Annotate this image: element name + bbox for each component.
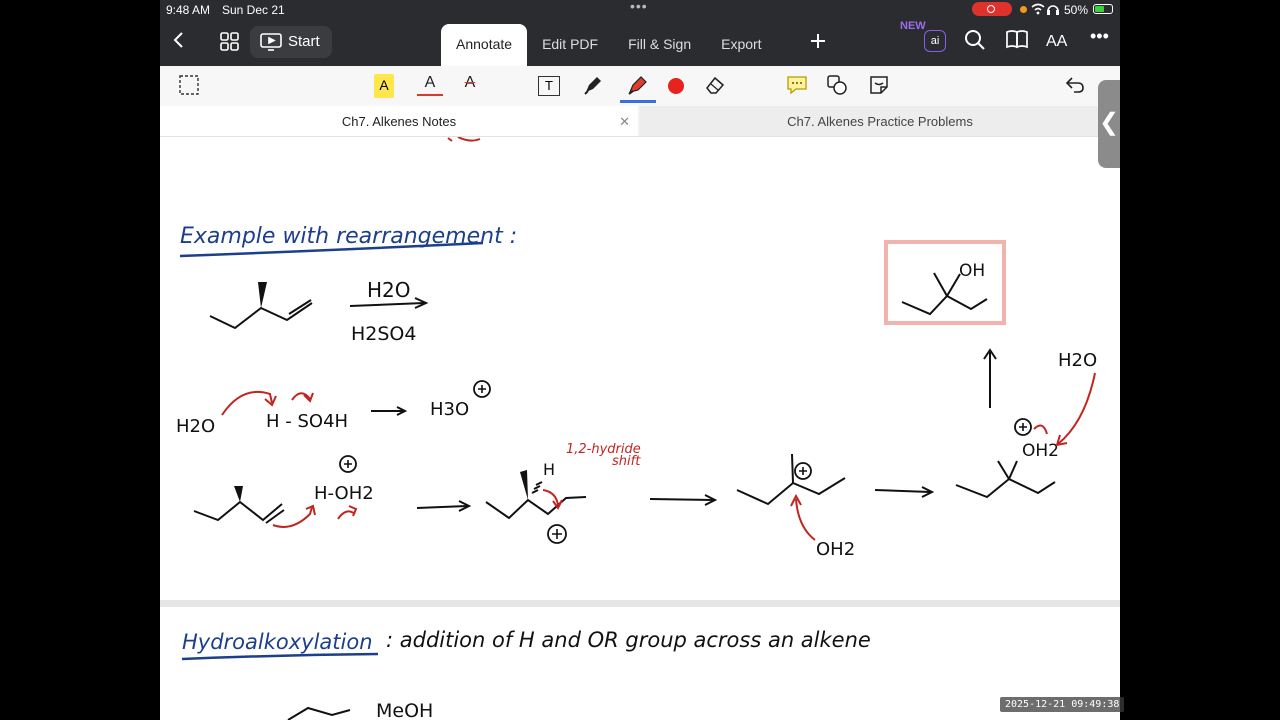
more-options-icon[interactable]: •••: [1090, 26, 1109, 47]
new-badge: NEW: [900, 20, 926, 32]
carbocation-structure: [485, 496, 587, 520]
start-label: Start: [288, 33, 320, 50]
reagent-bottom: H2SO4: [351, 323, 416, 345]
tertiary-carbocation-structure: [736, 453, 846, 506]
ipad-screen: 9:48 AM Sun Dec 21 ••• 50% Start Annotat…: [160, 0, 1120, 720]
text-color-icon[interactable]: A: [417, 74, 443, 96]
curved-arrow-red: [795, 498, 816, 541]
wedge-bond: [258, 282, 267, 308]
pen-icon[interactable]: [582, 74, 608, 98]
comment-note-icon[interactable]: [786, 74, 812, 98]
tab-fill-sign[interactable]: Fill & Sign: [613, 24, 706, 66]
oxonium-structure: [955, 460, 1056, 499]
curved-arrow-red: [1057, 372, 1096, 445]
annotation-toolbar: A A A T: [160, 66, 1120, 106]
hash-bond: [531, 481, 543, 494]
notes-page[interactable]: Example with rearrangement : H2O H2SO4 H…: [160, 137, 1120, 720]
heading-underline: [181, 652, 379, 661]
top-toolbar: Start Annotate Edit PDF Fill & Sign Expo…: [160, 20, 1120, 66]
multitask-dots-icon[interactable]: •••: [630, 0, 648, 14]
water-label: H2O: [176, 416, 215, 437]
textbox-icon[interactable]: T: [538, 76, 560, 96]
reaction-arrow: [416, 505, 468, 509]
wifi-icon: [1030, 2, 1060, 19]
wedge-bond: [234, 486, 243, 502]
product-box: [884, 240, 1006, 325]
tab-edit-pdf[interactable]: Edit PDF: [527, 24, 613, 66]
search-icon[interactable]: [964, 29, 986, 56]
eraser-icon[interactable]: [704, 74, 730, 98]
ai-assistant-icon[interactable]: ai: [924, 30, 946, 52]
document-tabs: Ch7. Alkenes Notes ✕ Ch7. Alkenes Practi…: [160, 106, 1120, 137]
tab-annotate[interactable]: Annotate: [441, 24, 528, 66]
doc-tab-practice[interactable]: Ch7. Alkenes Practice Problems: [640, 106, 1120, 136]
curved-arrow-red: [272, 506, 313, 528]
h-oh2-label: H-OH2: [314, 483, 374, 504]
book-view-icon[interactable]: [1006, 29, 1028, 54]
curved-arrow-red: [1033, 424, 1048, 435]
hydronium-label: H3O: [430, 399, 469, 420]
thumbnails-grid-icon[interactable]: [220, 32, 240, 57]
oh-label: OH: [959, 261, 985, 281]
curved-arrow-red: [221, 390, 273, 416]
reaction-arrow: [874, 489, 931, 493]
status-bar: 9:48 AM Sun Dec 21 ••• 50%: [160, 0, 1120, 20]
doc-tab-notes-label: Ch7. Alkenes Notes: [341, 114, 457, 129]
doc-tab-notes[interactable]: Ch7. Alkenes Notes ✕: [160, 106, 638, 136]
hydride-shift-note: shift: [612, 454, 641, 469]
tab-export[interactable]: Export: [706, 24, 776, 66]
page-divider: [160, 600, 1120, 607]
start-presentation-button[interactable]: Start: [250, 26, 332, 58]
screen-record-icon[interactable]: [972, 2, 1012, 16]
mode-tabs: Annotate Edit PDF Fill & Sign Export: [441, 24, 777, 66]
status-time: 9:48 AM: [166, 3, 211, 17]
meoh-label: MeOH: [376, 700, 433, 720]
close-tab-icon[interactable]: ✕: [619, 106, 630, 137]
cut-off-ink-mark: [447, 137, 481, 142]
water-label: H2O: [1058, 350, 1097, 371]
highlighter-icon[interactable]: [620, 72, 656, 103]
strikethrough-icon[interactable]: A: [457, 74, 483, 98]
wedge-bond: [520, 470, 528, 500]
heading-rearrangement: Example with rearrangement :: [180, 224, 517, 249]
hydrogen-label: H: [543, 460, 555, 479]
sulfuric-acid-label: H - SO4H: [266, 411, 348, 432]
add-tool-icon[interactable]: [810, 29, 826, 55]
shapes-icon[interactable]: [826, 74, 852, 98]
handwritten-notes: Example with rearrangement : H2O H2SO4 H…: [176, 137, 1097, 720]
reaction-arrow: [649, 498, 714, 501]
heading-hydroalkoxylation: Hydroalkoxylation: [182, 630, 373, 654]
status-date: Sun Dec 21: [222, 3, 285, 17]
color-swatch-red-icon[interactable]: [665, 74, 691, 98]
undo-icon[interactable]: [1064, 74, 1090, 98]
mic-indicator-icon: [1020, 6, 1027, 13]
alkene-mechanism-structure: [193, 500, 285, 524]
reagent-top: H2O: [367, 278, 411, 302]
lasso-select-icon[interactable]: [178, 74, 204, 98]
battery-percent: 50%: [1064, 3, 1089, 17]
oh2-label: OH2: [816, 539, 855, 560]
recording-timestamp: 2025-12-21 09:49:38: [1000, 697, 1125, 712]
battery-icon: [1093, 4, 1113, 14]
sticker-icon[interactable]: [868, 74, 894, 98]
cyclic-structure-partial: [287, 706, 351, 720]
sidebar-expand-chevron-icon[interactable]: ❮: [1098, 80, 1120, 168]
oh2-label: OH2: [1022, 441, 1059, 461]
highlight-text-icon[interactable]: A: [374, 74, 394, 98]
back-chevron-icon[interactable]: [172, 30, 186, 56]
hydroalkoxylation-definition: : addition of H and OR group across an a…: [386, 628, 871, 652]
presentation-icon: [260, 33, 282, 55]
curved-arrow-red: [542, 489, 559, 506]
font-size-icon[interactable]: AA: [1046, 33, 1067, 51]
reaction-arrow: [349, 302, 425, 307]
